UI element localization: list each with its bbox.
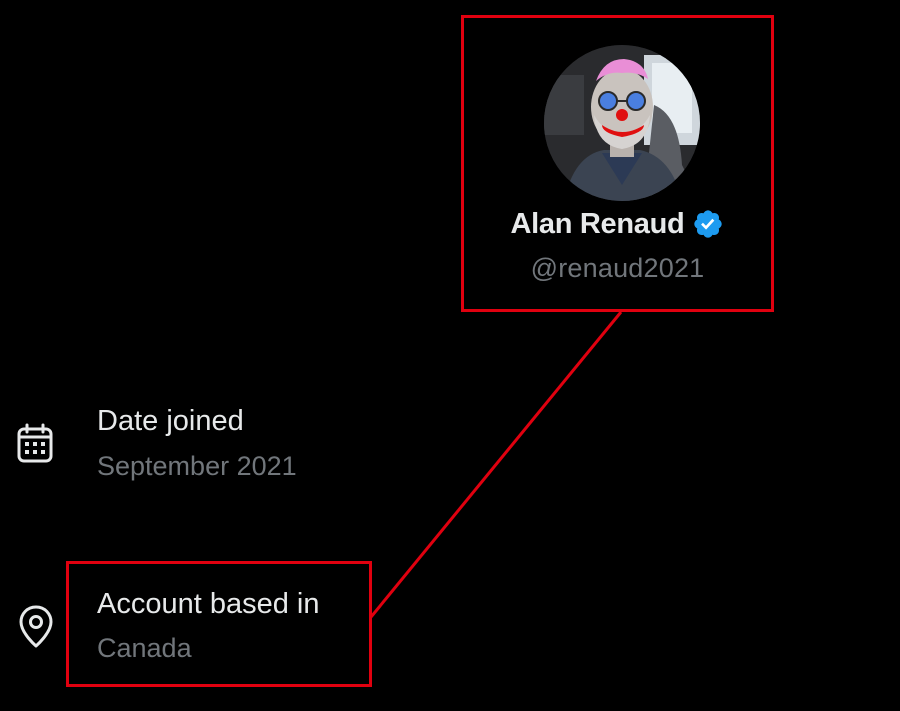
profile-highlight-box: Alan Renaud @renaud2021 <box>461 15 774 312</box>
date-joined-label: Date joined <box>97 405 244 437</box>
user-handle[interactable]: @renaud2021 <box>464 253 771 284</box>
date-joined-value: September 2021 <box>97 451 297 481</box>
calendar-icon <box>16 423 56 465</box>
display-name[interactable]: Alan Renaud <box>511 208 685 241</box>
verified-badge-icon[interactable] <box>692 208 724 240</box>
display-name-row: Alan Renaud <box>464 204 771 244</box>
account-location-value: Canada <box>97 633 192 663</box>
location-pin-icon <box>18 604 54 650</box>
avatar[interactable] <box>544 45 700 201</box>
avatar-image <box>544 45 700 201</box>
account-location-label: Account based in <box>97 588 320 620</box>
location-highlight-box <box>66 561 372 687</box>
